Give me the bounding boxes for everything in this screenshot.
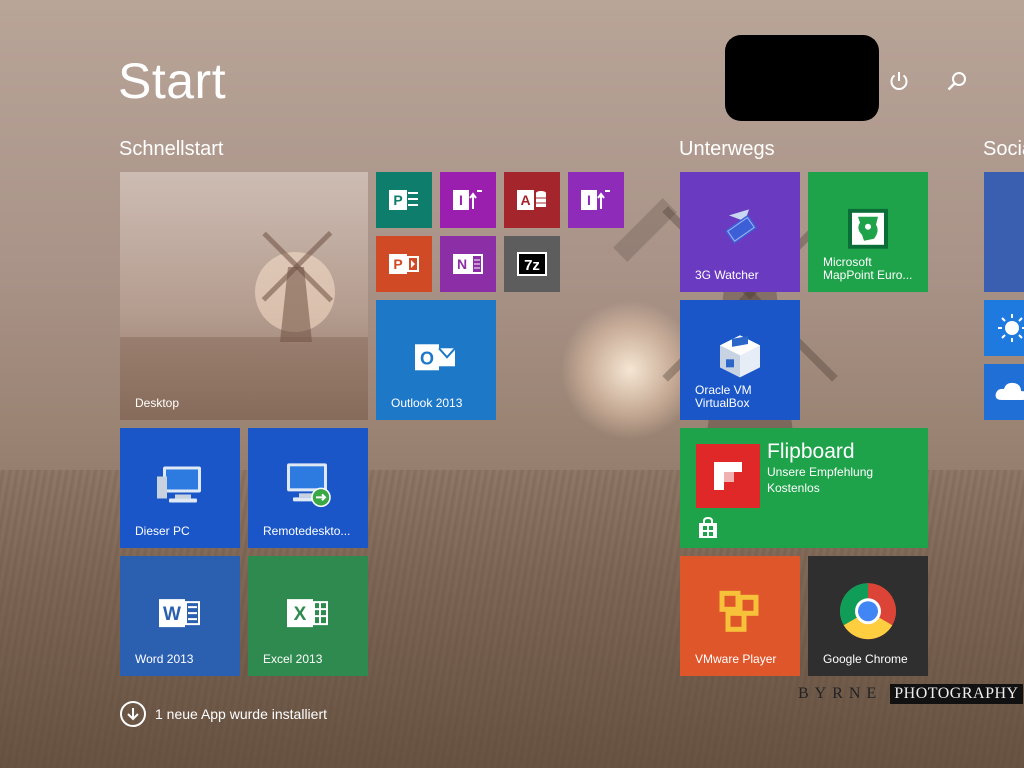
tile-social-1[interactable]	[984, 172, 1024, 292]
infopath-icon: I	[581, 190, 610, 210]
tile-remotedesktop[interactable]: Remotedeskto...	[248, 428, 368, 548]
tile-label: Microsoft MapPoint Euro...	[823, 255, 913, 282]
tile-label: VMware Player	[695, 652, 777, 666]
tile-label: Google Chrome	[823, 652, 908, 666]
virtualbox-icon	[720, 335, 760, 378]
svg-text:P: P	[393, 256, 402, 272]
tile-vmware-player[interactable]: VMware Player	[680, 556, 800, 676]
search-icon	[947, 72, 966, 91]
store-icon	[699, 517, 717, 538]
vmware-icon	[719, 590, 759, 632]
tile-powerpoint[interactable]: P	[376, 236, 432, 292]
tile-onenote[interactable]: N	[440, 236, 496, 292]
watermark-right: PHOTOGRAPHY	[890, 684, 1023, 704]
tile-infopath-filler[interactable]: I	[568, 172, 624, 228]
tile-excel[interactable]: X Excel 2013	[248, 556, 368, 676]
desktop-wallpaper-preview	[120, 230, 368, 420]
svg-text:P: P	[393, 192, 402, 208]
remote-desktop-icon	[287, 463, 331, 508]
svg-text:O: O	[420, 348, 434, 368]
flipboard-title: Flipboard	[767, 440, 855, 463]
tile-mappoint[interactable]: Microsoft MapPoint Euro...	[808, 172, 928, 292]
sun-icon	[998, 314, 1024, 342]
computer-icon	[157, 466, 201, 503]
power-button[interactable]	[881, 63, 917, 99]
notification-text: 1 neue App wurde installiert	[155, 706, 327, 722]
tile-label: Desktop	[135, 396, 180, 410]
group-label-unterwegs: Unterwegs	[679, 138, 775, 160]
access-icon: A	[517, 190, 546, 210]
svg-text:N: N	[457, 256, 467, 272]
tile-virtualbox[interactable]: Oracle VM VirtualBox	[680, 300, 800, 420]
tile-google-chrome[interactable]: Google Chrome	[808, 556, 928, 676]
infopath-icon: I	[453, 190, 482, 210]
tile-access[interactable]: A	[504, 172, 560, 228]
project-icon: P	[389, 190, 418, 210]
tile-label: 3G Watcher	[695, 268, 759, 282]
flipboard-line1: Unsere Empfehlung	[767, 465, 874, 479]
excel-icon: X	[287, 599, 328, 628]
user-account-redacted[interactable]	[725, 35, 879, 121]
chrome-icon	[840, 583, 896, 640]
cloud-icon	[995, 382, 1024, 400]
word-icon: W	[159, 599, 200, 628]
svg-text:7z: 7z	[524, 257, 540, 274]
tile-label: Word 2013	[135, 652, 194, 666]
flipboard-icon	[696, 444, 760, 508]
tile-label: Remotedeskto...	[263, 524, 351, 538]
page-title: Start	[118, 53, 227, 109]
tile-flipboard[interactable]: Flipboard Unsere Empfehlung Kostenlos	[680, 428, 928, 548]
tile-onedrive[interactable]	[984, 364, 1024, 420]
tile-7zip[interactable]: 7z	[504, 236, 560, 292]
svg-text:W: W	[163, 604, 181, 625]
photo-watermark: BYRNE PHOTOGRAPHY	[798, 684, 1023, 704]
search-button[interactable]	[939, 63, 975, 99]
power-icon	[890, 72, 908, 90]
tile-label: Outlook 2013	[391, 396, 463, 410]
download-arrow-icon	[120, 701, 146, 727]
powerpoint-icon: P	[389, 254, 419, 274]
tile-label: Oracle VM VirtualBox	[695, 383, 752, 410]
tile-word[interactable]: W Word 2013	[120, 556, 240, 676]
tile-infopath-designer[interactable]: I	[440, 172, 496, 228]
tile-label: Dieser PC	[135, 524, 190, 538]
7zip-icon: 7z	[517, 252, 547, 276]
group-label-schnellstart: Schnellstart	[119, 138, 224, 160]
svg-text:I: I	[587, 192, 591, 208]
onenote-icon: N	[453, 254, 483, 274]
svg-text:X: X	[294, 604, 307, 625]
outlook-icon: O	[415, 344, 456, 371]
tile-3g-watcher[interactable]: 3G Watcher	[680, 172, 800, 292]
watermark-left: BYRNE	[798, 685, 883, 702]
3g-watcher-icon	[724, 209, 758, 244]
svg-text:I: I	[459, 192, 463, 208]
new-app-notification[interactable]: 1 neue App wurde installiert	[120, 701, 327, 727]
flipboard-line2: Kostenlos	[767, 481, 820, 495]
tile-dieser-pc[interactable]: Dieser PC	[120, 428, 240, 548]
mappoint-icon	[848, 208, 888, 249]
tile-weather[interactable]	[984, 300, 1024, 356]
tile-desktop[interactable]: Desktop	[120, 172, 368, 420]
svg-text:A: A	[520, 192, 530, 208]
tile-label: Excel 2013	[263, 652, 323, 666]
group-label-social: Socia	[983, 138, 1024, 160]
tile-project[interactable]: P	[376, 172, 432, 228]
tile-outlook[interactable]: O Outlook 2013	[376, 300, 496, 420]
